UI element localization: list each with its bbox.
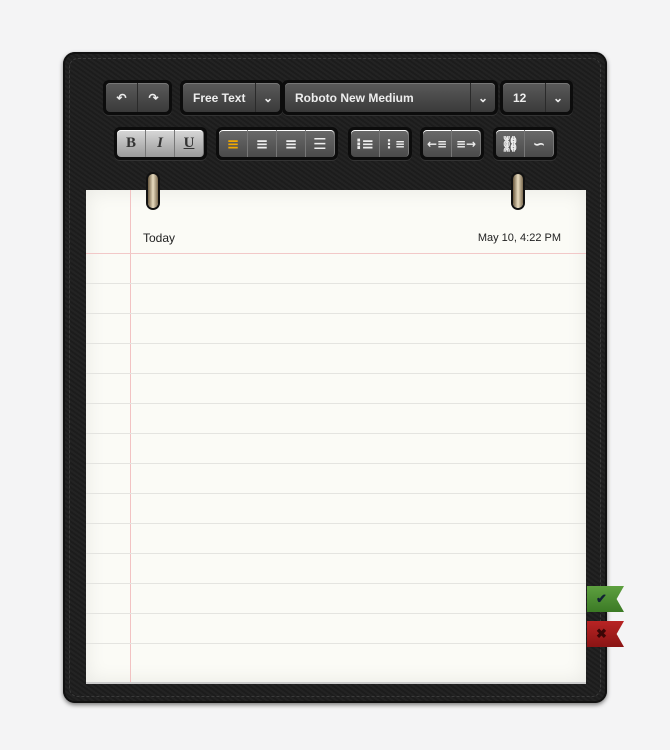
binder-ring-right [513, 174, 523, 208]
align-center-button[interactable]: ≡ [248, 130, 277, 157]
indent-icon: ≡→ [455, 136, 477, 151]
ruled-line [86, 643, 586, 644]
ruled-line [86, 373, 586, 374]
confirm-button[interactable]: ✔ [587, 586, 624, 612]
numbered-list-button[interactable]: ⋮≡ [380, 130, 409, 157]
ruled-line [86, 613, 586, 614]
outdent-icon: ←≡ [426, 136, 448, 151]
header-rule [86, 253, 586, 254]
italic-button[interactable]: I [146, 130, 175, 157]
ruled-line [86, 583, 586, 584]
ruled-line [86, 343, 586, 344]
numbered-list-icon: ⋮≡ [382, 136, 406, 151]
align-right-button[interactable]: ≡ [277, 130, 306, 157]
ruled-line [86, 463, 586, 464]
ruled-line [86, 553, 586, 554]
ruled-line [86, 523, 586, 524]
link-group: ⛓ ∽ [493, 127, 557, 160]
size-dropdown-button[interactable]: ⌄ [546, 83, 570, 112]
redo-icon: ↷ [148, 90, 159, 105]
indent-group: ←≡ ≡→ [420, 127, 484, 160]
ruled-line [86, 433, 586, 434]
size-select[interactable]: 12 ⌄ [500, 80, 573, 115]
style-select[interactable]: Free Text ⌄ [180, 80, 283, 115]
justify-button[interactable]: ☰ [306, 130, 335, 157]
ruled-line [86, 313, 586, 314]
bold-button[interactable]: B [117, 130, 146, 157]
outdent-button[interactable]: ←≡ [423, 130, 452, 157]
link-icon: ⛓ [500, 134, 520, 153]
binder-ring-left [148, 174, 158, 208]
justify-icon: ☰ [313, 134, 327, 153]
list-group: ⁝≡ ⋮≡ [348, 127, 412, 160]
bulleted-list-button[interactable]: ⁝≡ [351, 130, 380, 157]
underline-button[interactable]: U [175, 130, 204, 157]
check-icon: ✔ [596, 591, 607, 606]
note-date: May 10, 4:22 PM [477, 232, 561, 244]
cancel-button[interactable]: ✖ [587, 621, 624, 647]
align-group: ≡ ≡ ≡ ☰ [216, 127, 338, 160]
undo-icon: ↶ [116, 90, 127, 105]
align-center-icon: ≡ [255, 134, 269, 153]
bulleted-list-icon: ⁝≡ [355, 134, 375, 153]
chevron-down-icon: ⌄ [477, 90, 489, 105]
font-select-value[interactable]: Roboto New Medium [285, 83, 471, 112]
align-left-icon: ≡ [226, 134, 240, 153]
undo-button[interactable]: ↶ [106, 83, 138, 112]
font-dropdown-button[interactable]: ⌄ [471, 83, 495, 112]
unlink-icon: ∽ [532, 134, 546, 153]
indent-button[interactable]: ≡→ [452, 130, 481, 157]
close-icon: ✖ [596, 626, 607, 641]
align-left-button[interactable]: ≡ [219, 130, 248, 157]
style-dropdown-button[interactable]: ⌄ [256, 83, 280, 112]
ruled-line [86, 283, 586, 284]
note-title: Today [143, 231, 176, 245]
style-select-value[interactable]: Free Text [183, 83, 256, 112]
ruled-line [86, 493, 586, 494]
note-paper[interactable]: Today May 10, 4:22 PM [86, 190, 586, 682]
unlink-button[interactable]: ∽ [525, 130, 554, 157]
chevron-down-icon: ⌄ [262, 90, 274, 105]
ruled-line [86, 403, 586, 404]
align-right-icon: ≡ [284, 134, 298, 153]
size-select-value[interactable]: 12 [503, 83, 546, 112]
history-group: ↶ ↷ [103, 80, 172, 115]
redo-button[interactable]: ↷ [138, 83, 169, 112]
margin-line [130, 190, 131, 682]
font-select[interactable]: Roboto New Medium ⌄ [282, 80, 498, 115]
link-button[interactable]: ⛓ [496, 130, 525, 157]
chevron-down-icon: ⌄ [552, 90, 564, 105]
format-group: B I U [114, 127, 207, 160]
